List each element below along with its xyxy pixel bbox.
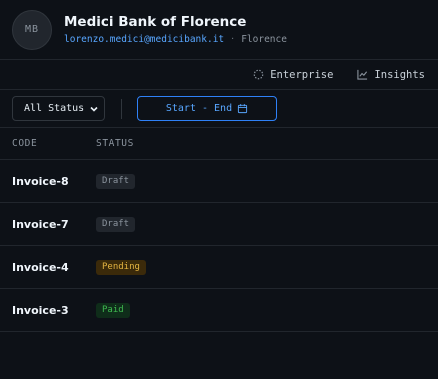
filter-bar: All Status Start - End <box>0 90 438 128</box>
org-subtitle: lorenzo.medici@medicibank.it · Florence <box>64 33 287 46</box>
table-row[interactable]: Invoice-8 Draft <box>0 160 438 203</box>
table-row[interactable]: Invoice-7 Draft <box>0 203 438 246</box>
invoice-code: Invoice-3 <box>12 303 69 317</box>
nav-insights-label: Insights <box>374 68 425 81</box>
org-info: Medici Bank of Florence lorenzo.medici@m… <box>64 13 287 46</box>
separator-dot: · <box>231 34 235 45</box>
status-filter-select[interactable]: All Status <box>12 96 105 121</box>
table-row[interactable]: Invoice-3 Paid <box>0 289 438 332</box>
status-badge: Pending <box>96 259 146 275</box>
status-badge: Draft <box>96 216 136 232</box>
date-range-button[interactable]: Start - End <box>137 96 277 121</box>
org-name: Medici Bank of Florence <box>64 14 247 30</box>
chevron-down-icon <box>90 106 98 112</box>
table-header: CODE STATUS <box>0 128 438 160</box>
org-location: Florence <box>241 34 287 45</box>
table-row[interactable]: Invoice-4 Pending <box>0 246 438 289</box>
status-badge: Draft <box>96 173 136 189</box>
nav-enterprise-label: Enterprise <box>270 68 334 81</box>
column-header-status[interactable]: STATUS <box>96 138 134 149</box>
status-filter-value: All Status <box>24 103 85 114</box>
nav-enterprise[interactable]: Enterprise <box>253 69 333 81</box>
nav-insights[interactable]: Insights <box>357 69 425 81</box>
org-email[interactable]: lorenzo.medici@medicibank.it <box>64 33 224 46</box>
invoice-code: Invoice-4 <box>12 260 69 274</box>
org-header: MB Medici Bank of Florence lorenzo.medic… <box>0 0 438 60</box>
loader-dashed-icon <box>253 69 264 80</box>
top-nav: Enterprise Insights <box>0 60 438 90</box>
date-range-label: Start - End <box>165 103 233 114</box>
invoice-code: Invoice-7 <box>12 217 69 231</box>
line-chart-icon <box>357 69 368 80</box>
column-header-code[interactable]: CODE <box>0 138 96 149</box>
filter-divider <box>121 98 122 119</box>
invoice-table-body: Invoice-8 Draft Invoice-7 Draft Invoice-… <box>0 160 438 332</box>
invoice-code: Invoice-8 <box>12 174 69 188</box>
status-badge: Paid <box>96 302 130 318</box>
calendar-icon <box>238 104 248 114</box>
avatar: MB <box>12 9 52 50</box>
